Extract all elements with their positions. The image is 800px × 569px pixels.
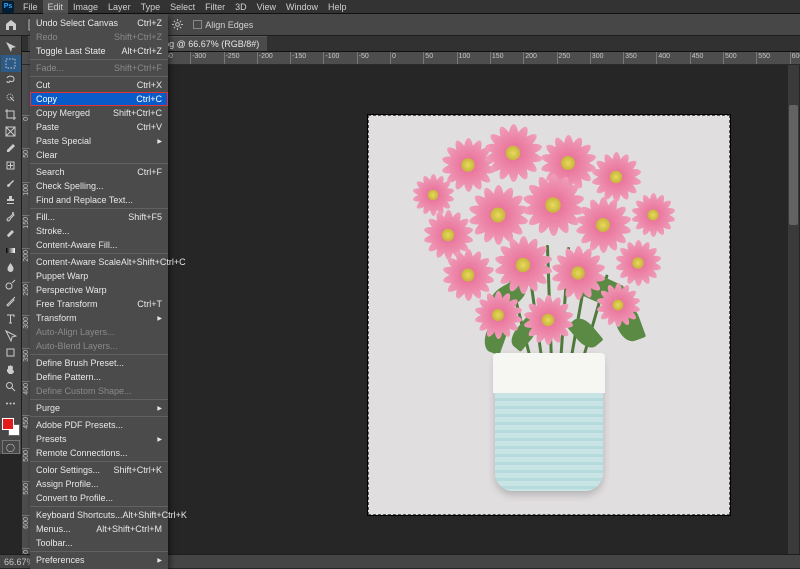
menu-item-fade: Fade...Shift+Ctrl+F xyxy=(30,61,168,75)
menu-view[interactable]: View xyxy=(252,0,281,14)
menu-item-auto-blend-layers: Auto-Blend Layers... xyxy=(30,339,168,353)
menu-item-search[interactable]: SearchCtrl+F xyxy=(30,165,168,179)
tool-lasso[interactable] xyxy=(1,72,21,89)
tool-rect[interactable] xyxy=(1,344,21,361)
menu-item-copy[interactable]: CopyCtrl+C xyxy=(30,92,168,106)
menu-item-purge[interactable]: Purge xyxy=(30,401,168,415)
foreground-color[interactable] xyxy=(2,418,14,430)
tool-quickselect[interactable] xyxy=(1,89,21,106)
menu-item-assign-profile[interactable]: Assign Profile... xyxy=(30,477,168,491)
tool-crop[interactable] xyxy=(1,106,21,123)
tool-brush[interactable] xyxy=(1,174,21,191)
menu-item-adobe-pdf-presets[interactable]: Adobe PDF Presets... xyxy=(30,418,168,432)
menu-item-stroke[interactable]: Stroke... xyxy=(30,224,168,238)
menu-item-perspective-warp[interactable]: Perspective Warp xyxy=(30,283,168,297)
menu-file[interactable]: File xyxy=(18,0,43,14)
menu-item-undo-select-canvas[interactable]: Undo Select CanvasCtrl+Z xyxy=(30,16,168,30)
menu-item-preferences[interactable]: Preferences xyxy=(30,553,168,567)
vase xyxy=(495,353,603,491)
menu-item-keyboard-shortcuts[interactable]: Keyboard Shortcuts...Alt+Shift+Ctrl+K xyxy=(30,508,168,522)
align-edges-checkbox[interactable] xyxy=(193,20,202,29)
menu-filter[interactable]: Filter xyxy=(200,0,230,14)
tool-hand[interactable] xyxy=(1,361,21,378)
menu-bar: Ps FileEditImageLayerTypeSelectFilter3DV… xyxy=(0,0,800,14)
menu-item-menus[interactable]: Menus...Alt+Shift+Ctrl+M xyxy=(30,522,168,536)
scrollbar-vertical[interactable] xyxy=(788,65,799,554)
menu-item-presets[interactable]: Presets xyxy=(30,432,168,446)
tool-eyedropper[interactable] xyxy=(1,140,21,157)
tool-path[interactable] xyxy=(1,327,21,344)
menu-item-fill[interactable]: Fill...Shift+F5 xyxy=(30,210,168,224)
tool-more[interactable] xyxy=(1,395,21,412)
menu-type[interactable]: Type xyxy=(136,0,166,14)
menu-item-paste[interactable]: PasteCtrl+V xyxy=(30,120,168,134)
tool-marquee[interactable] xyxy=(1,55,21,72)
edit-menu-dropdown: Undo Select CanvasCtrl+ZRedoShift+Ctrl+Z… xyxy=(30,14,168,569)
menu-item-color-settings[interactable]: Color Settings...Shift+Ctrl+K xyxy=(30,463,168,477)
menu-item-puppet-warp[interactable]: Puppet Warp xyxy=(30,269,168,283)
menu-select[interactable]: Select xyxy=(165,0,200,14)
tool-move[interactable] xyxy=(1,38,21,55)
tool-blur[interactable] xyxy=(1,259,21,276)
home-icon[interactable] xyxy=(4,18,18,32)
menu-item-check-spelling[interactable]: Check Spelling... xyxy=(30,179,168,193)
align-edges-label: Align Edges xyxy=(205,20,253,30)
tool-gradient[interactable] xyxy=(1,242,21,259)
tool-pen[interactable] xyxy=(1,293,21,310)
scrollbar-thumb[interactable] xyxy=(789,105,798,225)
menu-item-toolbar[interactable]: Toolbar... xyxy=(30,536,168,550)
menu-item-auto-align-layers: Auto-Align Layers... xyxy=(30,325,168,339)
color-swatches[interactable] xyxy=(2,418,20,436)
menu-item-define-pattern[interactable]: Define Pattern... xyxy=(30,370,168,384)
menu-item-content-aware-fill[interactable]: Content-Aware Fill... xyxy=(30,238,168,252)
menu-item-paste-special[interactable]: Paste Special xyxy=(30,134,168,148)
tool-zoom[interactable] xyxy=(1,378,21,395)
image-document[interactable] xyxy=(368,115,730,515)
tool-stamp[interactable] xyxy=(1,191,21,208)
menu-item-clear[interactable]: Clear xyxy=(30,148,168,162)
tool-palette: ◯ xyxy=(0,36,22,454)
menu-item-remote-connections[interactable]: Remote Connections... xyxy=(30,446,168,460)
menu-item-copy-merged[interactable]: Copy MergedShift+Ctrl+C xyxy=(30,106,168,120)
gear-icon[interactable] xyxy=(169,17,185,33)
menu-item-toggle-last-state[interactable]: Toggle Last StateAlt+Ctrl+Z xyxy=(30,44,168,58)
menu-item-define-brush-preset[interactable]: Define Brush Preset... xyxy=(30,356,168,370)
menu-item-redo: RedoShift+Ctrl+Z xyxy=(30,30,168,44)
menu-item-define-custom-shape: Define Custom Shape... xyxy=(30,384,168,398)
menu-layer[interactable]: Layer xyxy=(103,0,136,14)
menu-item-convert-to-profile[interactable]: Convert to Profile... xyxy=(30,491,168,505)
menu-item-cut[interactable]: CutCtrl+X xyxy=(30,78,168,92)
menu-image[interactable]: Image xyxy=(68,0,103,14)
menu-help[interactable]: Help xyxy=(323,0,352,14)
tool-frame[interactable] xyxy=(1,123,21,140)
tool-eraser[interactable] xyxy=(1,225,21,242)
menu-item-transform[interactable]: Transform xyxy=(30,311,168,325)
tool-dodge[interactable] xyxy=(1,276,21,293)
app-icon: Ps xyxy=(2,1,14,13)
tool-history[interactable] xyxy=(1,208,21,225)
menu-edit[interactable]: Edit xyxy=(43,0,69,14)
tool-type[interactable] xyxy=(1,310,21,327)
menu-window[interactable]: Window xyxy=(281,0,323,14)
menu-item-content-aware-scale[interactable]: Content-Aware ScaleAlt+Shift+Ctrl+C xyxy=(30,255,168,269)
menu-3d[interactable]: 3D xyxy=(230,0,252,14)
quickmask-toggle[interactable]: ◯ xyxy=(2,440,20,454)
menu-item-free-transform[interactable]: Free TransformCtrl+T xyxy=(30,297,168,311)
tool-heal[interactable] xyxy=(1,157,21,174)
menu-item-find-and-replace-text[interactable]: Find and Replace Text... xyxy=(30,193,168,207)
